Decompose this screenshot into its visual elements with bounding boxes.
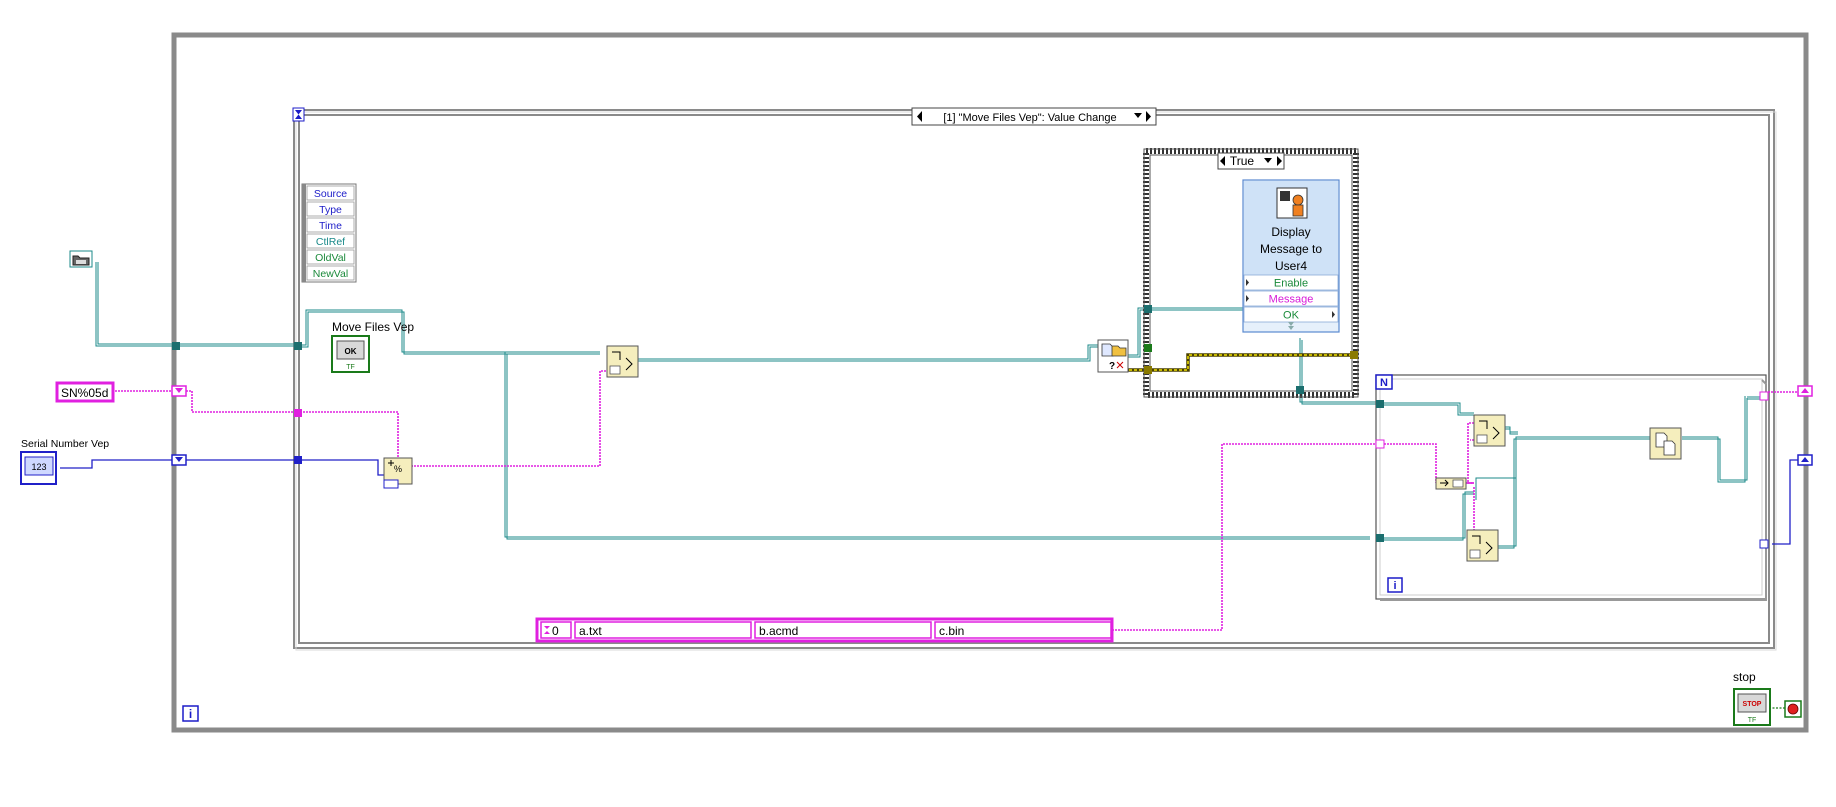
serial-number-vep-terminal[interactable]: Serial Number Vep 123 xyxy=(20,438,109,485)
event-field-type: Type xyxy=(319,204,342,216)
subvi-title-line2: Message to xyxy=(1260,242,1322,256)
path-wires xyxy=(95,262,1768,549)
format-string-text: SN%05d xyxy=(61,386,108,400)
event-case-selector[interactable]: [1] "Move Files Vep": Value Change xyxy=(911,107,1157,126)
move-files-button-text: OK xyxy=(345,347,357,356)
document-icon xyxy=(1101,343,1114,357)
subvi-title-line3: User4 xyxy=(1275,259,1307,273)
event-data-node[interactable]: Source Type Time CtlRef OldVal NewVal xyxy=(301,183,357,283)
string-to-path-node[interactable] xyxy=(1435,477,1467,490)
format-string-constant[interactable]: SN%05d xyxy=(55,381,115,403)
for-loop-tunnels xyxy=(1375,391,1769,549)
error-wire xyxy=(1124,353,1356,372)
path-constant[interactable] xyxy=(69,250,93,268)
file-dialog-node[interactable]: ? xyxy=(1097,339,1129,373)
move-files-tf: TF xyxy=(346,364,355,371)
event-field-ctlref: CtlRef xyxy=(316,236,345,248)
build-path-node-lower[interactable] xyxy=(1466,529,1499,562)
move-files-vep-label: Move Files Vep xyxy=(332,320,414,334)
string-wires xyxy=(112,370,1800,631)
block-diagram: i [1] "Move Files Vep": Value Change Sou… xyxy=(20,32,1813,733)
case-selector[interactable]: True xyxy=(1217,152,1285,170)
subvi-terminal-ok: OK xyxy=(1283,310,1300,322)
event-structure-timeout-icon xyxy=(292,107,305,122)
numeric-wires xyxy=(60,459,1800,545)
subvi-terminal-message: Message xyxy=(1269,294,1314,306)
while-loop-i-label: i xyxy=(189,707,192,721)
svg-text:%: % xyxy=(394,464,402,474)
stop-terminal[interactable]: stop STOP TF xyxy=(1733,670,1771,726)
build-path-node[interactable] xyxy=(606,345,639,378)
array-constant[interactable]: 0 a.txt b.acmd c.bin xyxy=(535,617,1114,643)
array-index: 0 xyxy=(552,624,559,638)
serial-number-type: 123 xyxy=(31,462,46,472)
event-field-source: Source xyxy=(314,188,347,200)
serial-number-vep-label: Serial Number Vep xyxy=(21,438,109,450)
case-selector-label: True xyxy=(1230,154,1255,168)
array-element-text: a.txt xyxy=(579,624,602,638)
for-loop-count-terminal[interactable]: N xyxy=(1375,374,1393,390)
event-field-time: Time xyxy=(319,220,342,232)
event-field-oldval: OldVal xyxy=(315,252,346,264)
format-into-string-node[interactable]: % xyxy=(383,457,413,489)
stop-label: stop xyxy=(1733,670,1756,684)
stop-button-text: STOP xyxy=(1743,701,1762,708)
while-loop-tunnels xyxy=(171,342,1813,466)
svg-text:?: ? xyxy=(1109,361,1115,372)
for-loop[interactable] xyxy=(1375,374,1767,601)
loop-condition-terminal[interactable] xyxy=(1784,700,1802,718)
for-loop-i-label: i xyxy=(1393,580,1396,592)
stop-sign-icon xyxy=(1787,703,1799,715)
build-path-node-upper[interactable] xyxy=(1473,414,1506,447)
array-element-text: c.bin xyxy=(939,624,964,638)
subvi-terminal-enable: Enable xyxy=(1274,278,1308,290)
event-field-newval: NewVal xyxy=(313,268,348,280)
event-case-label: [1] "Move Files Vep": Value Change xyxy=(943,112,1116,124)
move-file-node[interactable] xyxy=(1649,427,1682,460)
event-structure[interactable] xyxy=(293,109,1777,651)
display-message-subvi[interactable]: Display Message to User4 Enable Message OK xyxy=(1242,179,1340,333)
array-element-text: b.acmd xyxy=(759,624,798,638)
subvi-title-line1: Display xyxy=(1271,225,1310,239)
for-loop-n-label: N xyxy=(1380,377,1388,389)
user-message-icon xyxy=(1292,194,1304,206)
while-loop-iteration-terminal: i xyxy=(182,705,199,722)
for-loop-iteration-terminal: i xyxy=(1387,577,1403,593)
stop-tf: TF xyxy=(1748,717,1757,724)
